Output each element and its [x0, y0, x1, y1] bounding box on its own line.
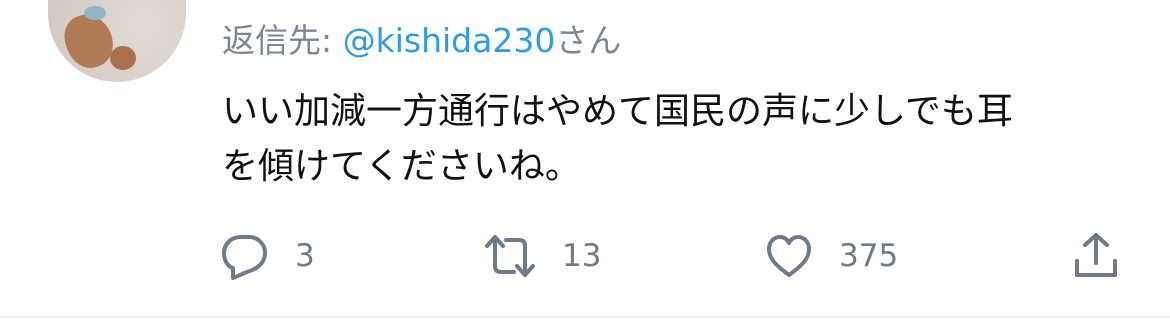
like-count: 375 [839, 238, 899, 274]
heart-icon [765, 232, 813, 280]
avatar[interactable]: ★ [48, 0, 186, 82]
retweet-icon [484, 232, 536, 280]
avatar-photo-shape [84, 6, 106, 20]
tweet-divider [0, 316, 1170, 318]
reply-count: 3 [295, 238, 315, 274]
tweet-text-line: を傾けてくださいね。 [222, 146, 581, 187]
reply-button[interactable]: 3 [221, 232, 315, 280]
avatar-photo-shape [110, 46, 136, 70]
reply-icon [221, 232, 269, 280]
avatar-star-decoration: ★ [178, 16, 186, 56]
reply-to-suffix: さん [555, 21, 622, 60]
tweet-text: いい加減一方通行はやめて国民の声に少しでも耳 を傾けてくださいね。 [222, 84, 1122, 194]
retweet-button[interactable]: 13 [484, 232, 601, 280]
like-button[interactable]: 375 [765, 232, 898, 280]
share-icon [1072, 232, 1120, 280]
reply-to-prefix: 返信先: [222, 21, 343, 60]
reply-to-line: 返信先: @kishida230さん [222, 18, 621, 64]
reply-to-handle-link[interactable]: @kishida230 [343, 21, 556, 60]
tweet: ★ 返信先: @kishida230さん いい加減一方通行はやめて国民の声に少し… [0, 0, 1170, 331]
retweet-count: 13 [562, 238, 602, 274]
share-button[interactable] [1072, 232, 1120, 280]
tweet-text-line: いい加減一方通行はやめて国民の声に少しでも耳 [222, 91, 1013, 132]
